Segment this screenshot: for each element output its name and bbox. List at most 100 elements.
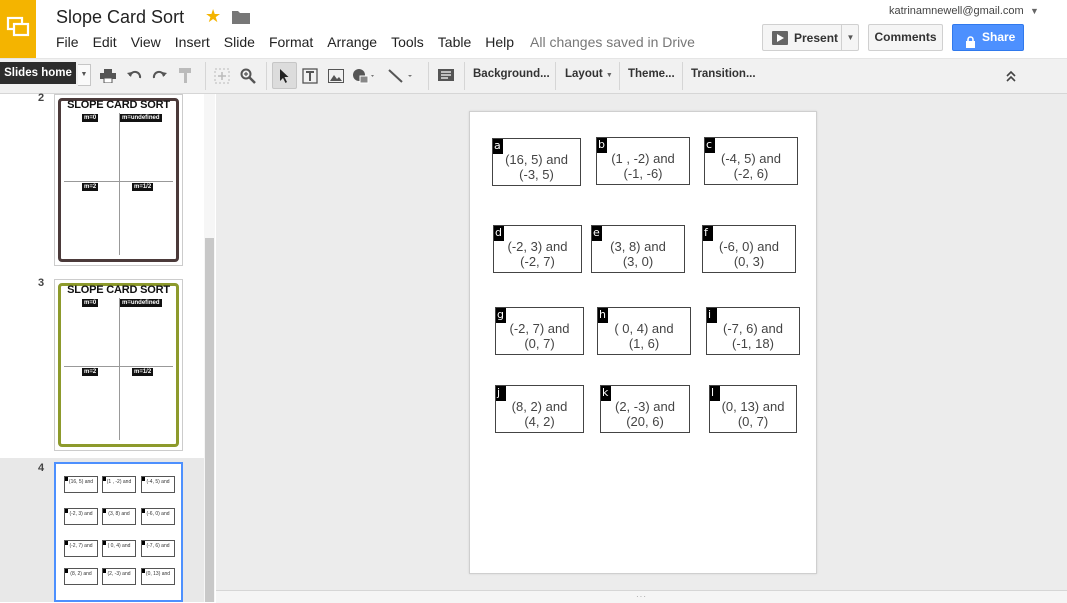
thumbnail-label: m=1/2 [132, 183, 154, 191]
menu-bar: File Edit View Insert Slide Format Arran… [56, 33, 521, 51]
share-label: Share [982, 30, 1016, 44]
card-letter-tag: a [493, 139, 503, 154]
present-label: Present [794, 30, 839, 45]
toolbar-separator [428, 62, 429, 90]
menu-slide[interactable]: Slide [217, 33, 262, 51]
card-h[interactable]: h ( 0, 4) and (1, 6) [597, 307, 691, 355]
card-letter-tag: g [496, 308, 506, 323]
menu-arrange[interactable]: Arrange [320, 33, 384, 51]
card-g[interactable]: g (-2, 7) and (0, 7) [495, 307, 584, 355]
mini-card: (-2, 7) and [64, 540, 98, 557]
slide-number: 2 [38, 92, 45, 104]
card-k[interactable]: k (2, -3) and (20, 6) [600, 385, 690, 433]
grid-divider [64, 181, 173, 183]
collapse-icon[interactable] [1001, 66, 1021, 86]
menu-format[interactable]: Format [262, 33, 320, 51]
mini-card: (-4, 5) and [141, 476, 175, 493]
menu-edit[interactable]: Edit [86, 33, 124, 51]
card-point-2: (-3, 5) [519, 167, 554, 182]
card-letter-tag: c [705, 138, 715, 153]
play-icon [772, 30, 788, 45]
star-icon[interactable]: ★ [205, 6, 221, 27]
card-e[interactable]: e (3, 8) and (3, 0) [591, 225, 685, 273]
mini-card: (-6, 0) and [141, 508, 175, 525]
line-icon[interactable] [386, 66, 414, 86]
card-point-2: (20, 6) [626, 414, 664, 429]
filmstrip-scroll-thumb[interactable] [205, 238, 214, 602]
card-a[interactable]: a (16, 5) and (-3, 5) [492, 138, 581, 186]
thumbnail-title: SLOPE CARD SORT [67, 99, 170, 111]
image-icon[interactable] [326, 66, 346, 86]
grid-divider [64, 366, 173, 368]
mini-card: (1 , -2) and [102, 476, 136, 493]
account-dropdown-icon[interactable]: ▼ [1030, 6, 1039, 16]
card-point-2: (-1, -6) [623, 166, 663, 181]
card-point-1: (2, -3) and [615, 399, 675, 414]
slide-number: 4 [38, 462, 45, 474]
card-point-1: (3, 8) and [610, 239, 666, 254]
mini-card: (-7, 6) and [141, 540, 175, 557]
theme-button[interactable]: Theme... [628, 68, 675, 80]
speaker-notes-resizer[interactable]: ··· [216, 590, 1067, 603]
card-point-1: (-2, 3) and [507, 239, 568, 254]
card-l[interactable]: l (0, 13) and (0, 7) [709, 385, 797, 433]
toolbar-separator [619, 62, 620, 90]
slide-thumbnail-3[interactable]: SLOPE CARD SORT m=0 m=undefined m=2 m=1/… [54, 279, 183, 451]
toolbar-separator [464, 62, 465, 90]
thumbnail-label: m=undefined [120, 299, 162, 307]
menu-table[interactable]: Table [431, 33, 478, 51]
card-point-1: (-7, 6) and [723, 321, 783, 336]
menu-view[interactable]: View [124, 33, 168, 51]
slide-thumbnail-4[interactable]: (16, 5) and (1 , -2) and (-4, 5) and (-2… [54, 462, 183, 602]
menu-insert[interactable]: Insert [168, 33, 217, 51]
undo-icon[interactable] [124, 66, 144, 86]
new-slide-dropdown[interactable]: ▼ [78, 64, 91, 86]
comments-button[interactable]: Comments [868, 24, 943, 51]
mini-card: (-2, 3) and [64, 508, 98, 525]
card-i[interactable]: i (-7, 6) and (-1, 18) [706, 307, 800, 355]
thumbnail-title: SLOPE CARD SORT [67, 284, 170, 296]
mini-card: (16, 5) and [64, 476, 98, 493]
select-zoom-area-icon[interactable] [212, 66, 232, 86]
card-point-2: (4, 2) [524, 414, 555, 429]
comment-icon[interactable] [436, 66, 456, 86]
toolbar-separator [555, 62, 556, 90]
present-options-dropdown[interactable]: ▼ [841, 25, 859, 50]
select-cursor-icon[interactable] [274, 66, 294, 86]
card-d[interactable]: d (-2, 3) and (-2, 7) [493, 225, 582, 273]
layout-button[interactable]: Layout ▼ [565, 68, 613, 80]
menu-tools[interactable]: Tools [384, 33, 431, 51]
print-icon[interactable] [98, 66, 118, 86]
card-j[interactable]: j (8, 2) and (4, 2) [495, 385, 584, 433]
menu-file[interactable]: File [56, 33, 86, 51]
transition-button[interactable]: Transition... [691, 68, 756, 80]
save-status: All changes saved in Drive [530, 34, 695, 50]
background-button[interactable]: Background... [473, 68, 550, 80]
present-button[interactable]: Present [763, 25, 841, 50]
slides-home-logo[interactable] [0, 0, 36, 58]
grid-divider [118, 298, 120, 440]
card-c[interactable]: c (-4, 5) and (-2, 6) [704, 137, 798, 185]
zoom-icon[interactable] [238, 66, 258, 86]
folder-icon[interactable] [232, 10, 250, 29]
card-point-1: ( 0, 4) and [614, 321, 674, 336]
paint-format-icon[interactable] [176, 66, 196, 86]
slide-page[interactable]: a (16, 5) and (-3, 5) b (1 , -2) and (-1… [469, 111, 817, 574]
thumbnail-label: m=1/2 [132, 368, 154, 376]
shape-icon[interactable] [352, 66, 376, 86]
text-box-icon[interactable] [300, 66, 320, 86]
card-point-1: (1 , -2) and [611, 151, 675, 166]
thumbnail-grid: m=0 m=undefined m=2 m=1/2 [64, 113, 173, 255]
share-button[interactable]: Share [952, 24, 1024, 51]
card-point-1: (-2, 7) and [509, 321, 570, 336]
slide-thumbnail-2[interactable]: SLOPE CARD SORT m=0 m=undefined m=2 m=1/… [54, 94, 183, 266]
card-point-2: (0, 3) [733, 254, 765, 269]
redo-icon[interactable] [150, 66, 170, 86]
menu-help[interactable]: Help [478, 33, 521, 51]
card-point-1: (16, 5) and [505, 152, 568, 167]
card-point-2: (0, 7) [524, 336, 555, 351]
card-b[interactable]: b (1 , -2) and (-1, -6) [596, 137, 690, 185]
document-title[interactable]: Slope Card Sort [56, 7, 184, 28]
user-email[interactable]: katrinamnewell@gmail.com [889, 5, 1024, 17]
card-f[interactable]: f (-6, 0) and (0, 3) [702, 225, 796, 273]
